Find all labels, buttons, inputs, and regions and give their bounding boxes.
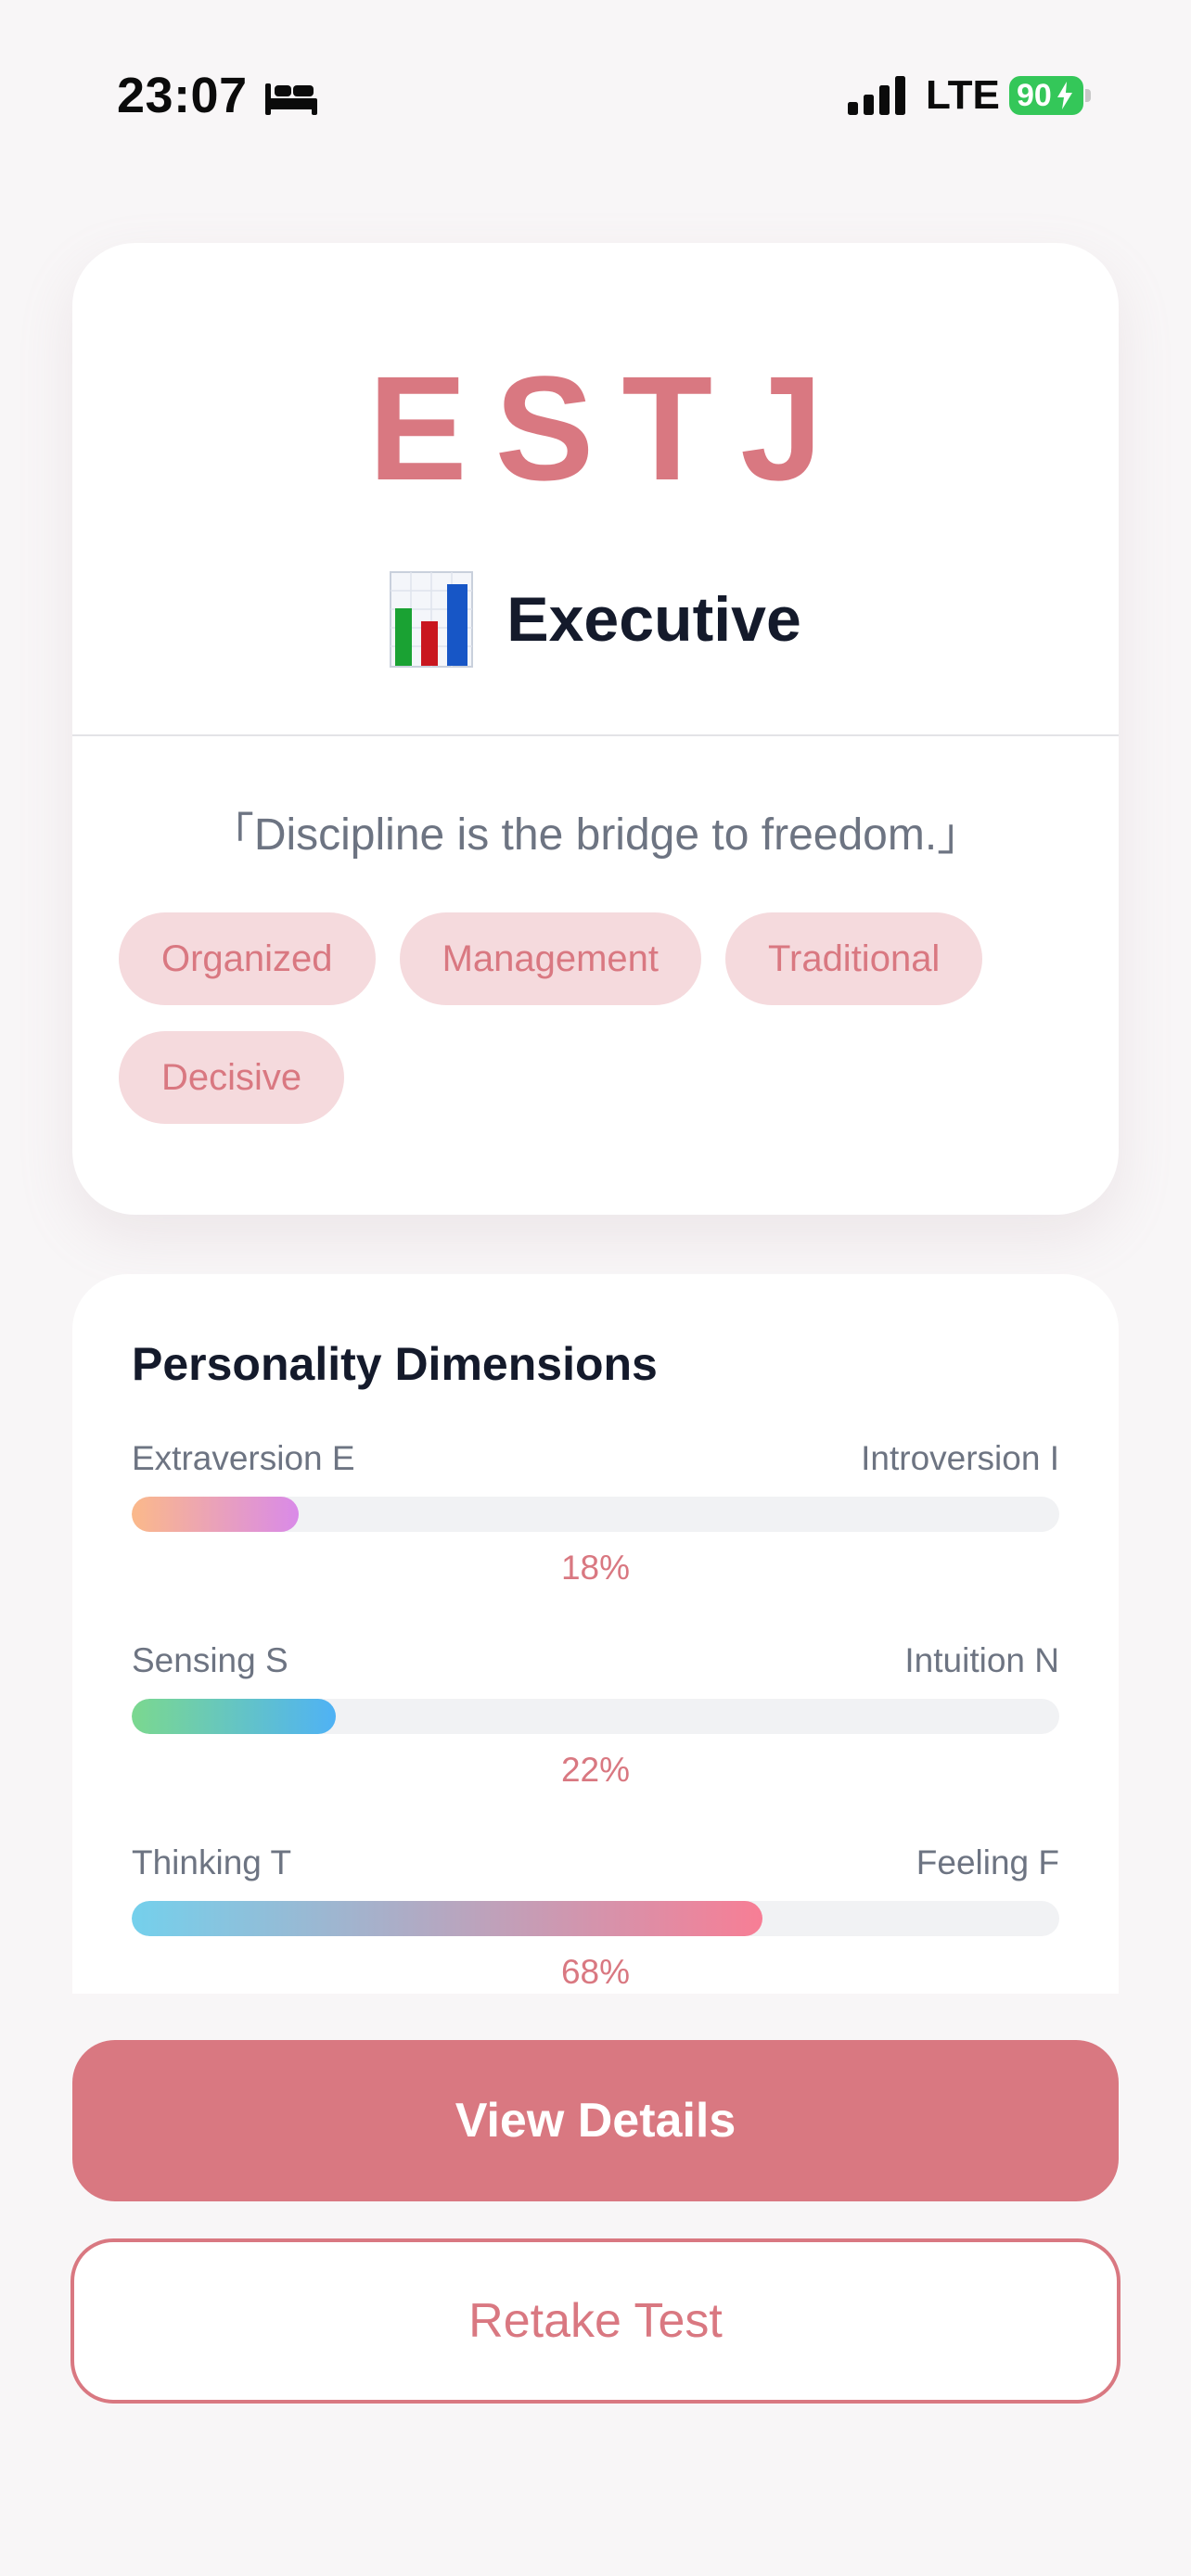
dimension-bar-fill [132, 1497, 299, 1532]
cellular-signal-icon [848, 76, 905, 115]
view-details-button[interactable]: View Details [72, 2040, 1119, 2201]
dimension-right-label: Intuition N [904, 1641, 1059, 1679]
dimension-percent: 22% [560, 1751, 631, 1789]
dimension-row-sn: Sensing S Intuition N 22% [132, 1641, 1059, 1827]
dimension-bar-fill [132, 1699, 336, 1734]
dimension-right-label: Introversion I [861, 1439, 1059, 1477]
dimension-left-label: Sensing S [132, 1641, 288, 1679]
dimension-bar-fill [132, 1901, 762, 1936]
status-bar: 23:07 LTE 90 [0, 0, 1191, 139]
retake-test-button[interactable]: Retake Test [70, 2238, 1121, 2404]
dimension-percent: 68% [560, 1953, 631, 1991]
personality-type-name: Executive [506, 584, 801, 655]
dimension-bar [132, 1901, 1059, 1936]
network-type: LTE [926, 72, 1000, 118]
dimension-row-ei: Extraversion E Introversion I 18% [132, 1439, 1059, 1625]
dimension-percent: 18% [560, 1549, 631, 1587]
card-divider [72, 734, 1119, 736]
battery-indicator: 90 [1009, 76, 1083, 115]
personality-type-code: ESTJ [367, 345, 852, 511]
screen: 23:07 LTE 90 ESTJ Executive 「Discipline … [0, 0, 1191, 2576]
dimension-row-tf: Thinking T Feeling F 68% [132, 1843, 1059, 1994]
personality-quote: 「Discipline is the bridge to freedom.」 [209, 810, 982, 860]
dimensions-title: Personality Dimensions [132, 1338, 658, 1390]
status-time: 23:07 [117, 68, 248, 123]
result-card: ESTJ Executive 「Discipline is the bridge… [72, 243, 1119, 1215]
charging-bolt-icon [1057, 82, 1072, 109]
trait-tag: Decisive [119, 1031, 345, 1124]
bar-chart-icon [390, 571, 474, 668]
type-name-row: Executive [72, 571, 1119, 668]
dimension-left-label: Thinking T [132, 1843, 292, 1881]
trait-tag: Management [399, 912, 702, 1005]
dimension-bar [132, 1497, 1059, 1532]
dimensions-card[interactable]: Personality Dimensions Extraversion E In… [72, 1274, 1119, 1994]
bed-icon [265, 83, 317, 115]
dimension-left-label: Extraversion E [132, 1439, 355, 1477]
dimension-right-label: Feeling F [916, 1843, 1059, 1881]
battery-level: 90 [1017, 77, 1052, 113]
battery-cap [1085, 89, 1091, 102]
trait-tag: Organized [119, 912, 376, 1005]
trait-tag: Traditional [725, 912, 983, 1005]
dimension-bar [132, 1699, 1059, 1734]
trait-tags: Organized Management Traditional Decisiv… [119, 912, 1083, 1124]
